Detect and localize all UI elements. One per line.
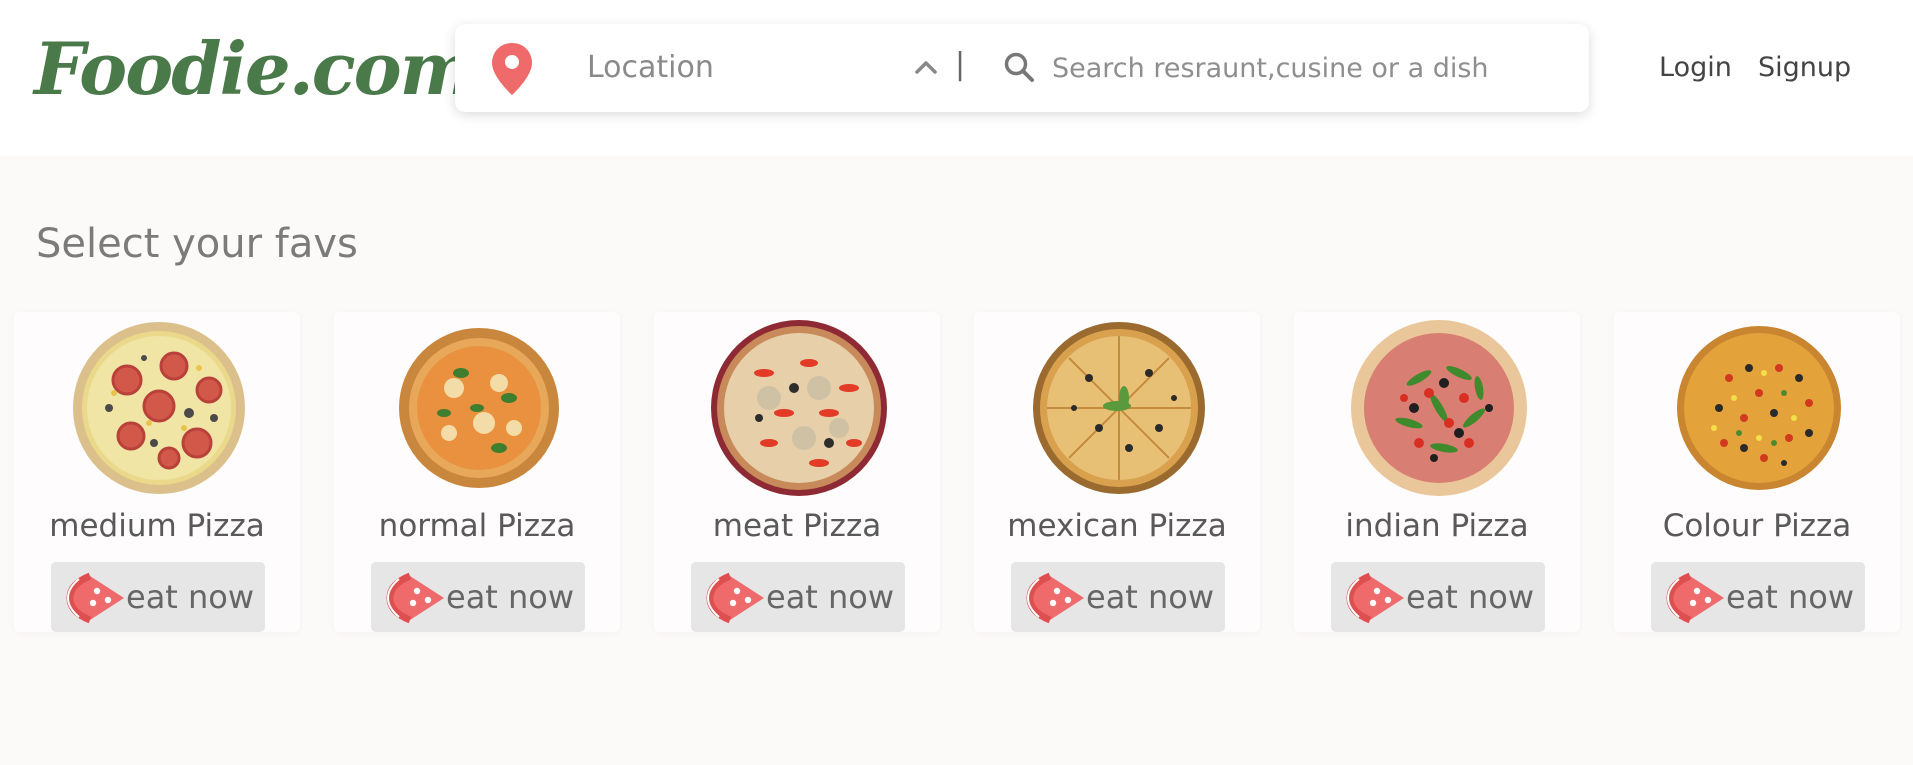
login-link[interactable]: Login [1659,48,1732,88]
chevron-up-icon[interactable] [914,58,938,76]
pizza-slice-icon [66,570,126,626]
eat-now-button[interactable]: eat now [1651,562,1865,632]
search-input[interactable] [1052,46,1562,90]
pizza-name: medium Pizza [49,508,265,544]
eat-now-label: eat now [446,578,575,616]
search-icon[interactable] [1003,51,1035,83]
site-logo[interactable]: Foodie.com [34,26,476,112]
eat-now-button[interactable]: eat now [691,562,905,632]
pizza-slice-icon [1346,570,1406,626]
search-bar: Location | [455,24,1589,112]
location-selector[interactable]: Location [587,49,714,87]
pizza-slice-icon [1026,570,1086,626]
eat-now-label: eat now [1726,578,1855,616]
pizza-image [1033,322,1205,494]
eat-now-button[interactable]: eat now [51,562,265,632]
pizza-slice-icon [386,570,446,626]
eat-now-button[interactable]: eat now [371,562,585,632]
eat-now-label: eat now [1406,578,1535,616]
eat-now-label: eat now [126,578,255,616]
eat-now-label: eat now [766,578,895,616]
search-divider: | [955,47,966,82]
pizza-slice-icon [1666,570,1726,626]
top-header: Foodie.com Location | Login Signup [0,0,1913,156]
pizza-name: meat Pizza [712,508,882,544]
signup-link[interactable]: Signup [1758,48,1851,88]
pizza-image [711,320,887,496]
page-title: Select your favs [36,221,358,267]
pizza-card: medium Pizza eat now [14,312,300,632]
pizza-image [1677,326,1841,490]
pizza-name: mexican Pizza [1007,508,1227,544]
pizza-card: mexican Pizza eat now [974,312,1260,632]
eat-now-button[interactable]: eat now [1331,562,1545,632]
pizza-card: Colour Pizza eat now [1614,312,1900,632]
pizza-image [399,328,559,488]
eat-now-label: eat now [1086,578,1215,616]
pizza-name: normal Pizza [378,508,576,544]
pizza-name: indian Pizza [1345,508,1529,544]
pizza-slice-icon [706,570,766,626]
eat-now-button[interactable]: eat now [1011,562,1225,632]
pizza-image [73,322,245,494]
pizza-card-list: medium Pizza eat now normal Pizza eat no… [14,312,1900,632]
pizza-card: meat Pizza eat now [654,312,940,632]
pizza-card: normal Pizza eat now [334,312,620,632]
pizza-image [1351,320,1527,496]
pizza-card: indian Pizza eat now [1294,312,1580,632]
location-pin-icon[interactable] [490,41,534,97]
pizza-name: Colour Pizza [1662,508,1852,544]
